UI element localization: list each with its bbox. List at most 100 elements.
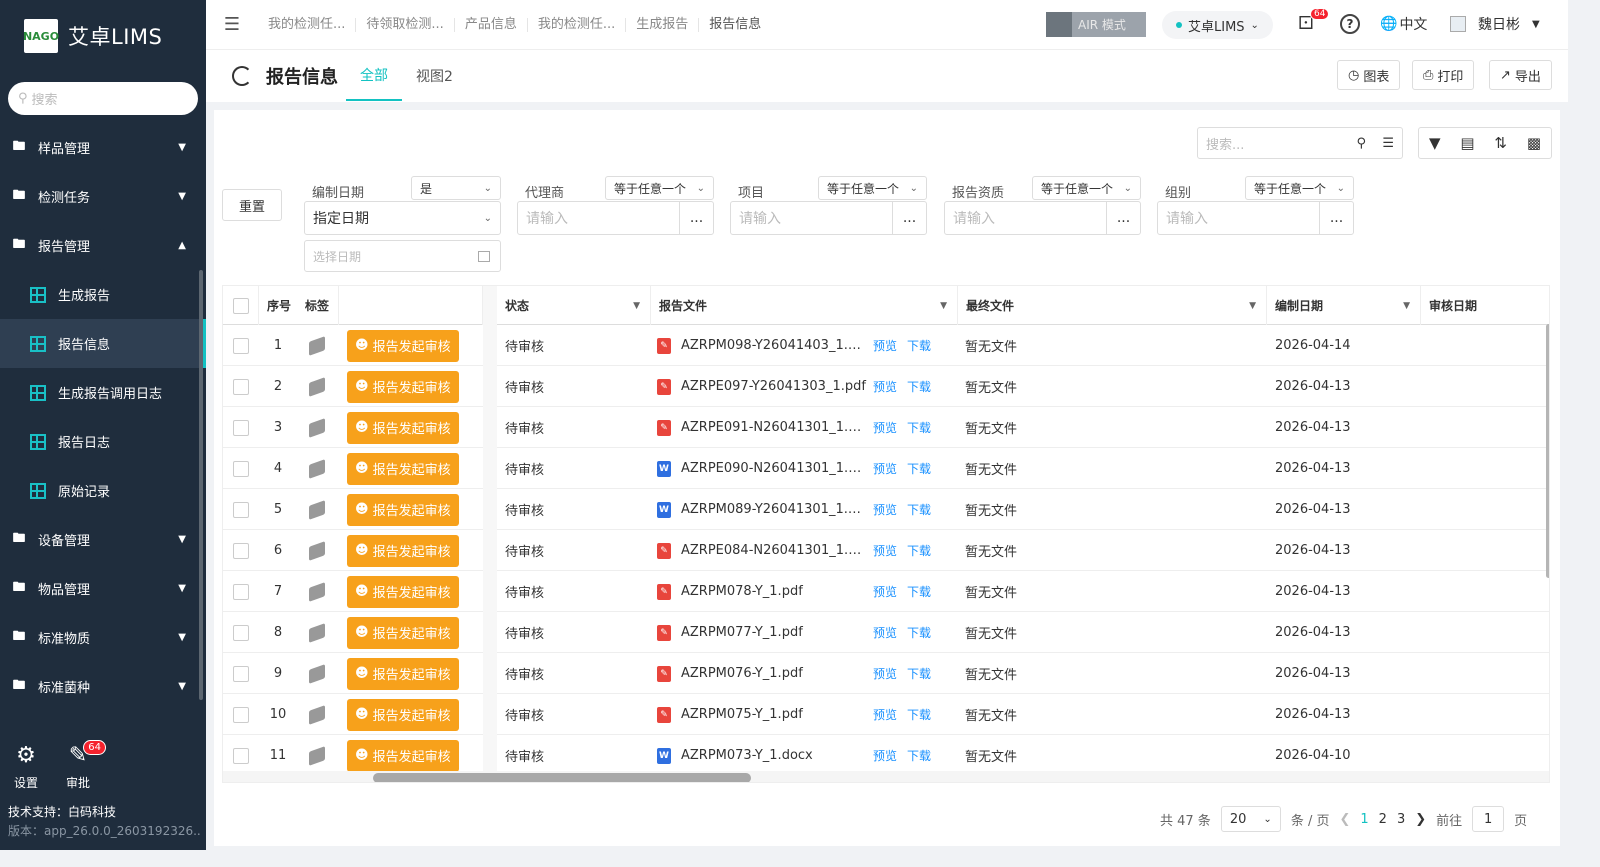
row-file-name[interactable]: AZRPM098-Y26041403_1.pdf xyxy=(681,338,867,353)
preview-link[interactable]: 预览 xyxy=(873,337,897,354)
download-link[interactable]: 下载 xyxy=(907,419,931,436)
sidebar-item-5[interactable]: 生成报告调用日志 xyxy=(0,368,206,417)
row-file-name[interactable]: AZRPE090-N26041301_1.docx xyxy=(681,461,867,476)
start-review-button[interactable]: ☻ 报告发起审核 xyxy=(347,370,459,403)
table-row[interactable]: 7 ☻ 报告发起审核 待审核 ✎ AZRPM078-Y_1.pdf 预览 下载 暂无文件 2026… xyxy=(223,571,1549,612)
row-file-name[interactable]: AZRPE097-Y26041303_1.pdf xyxy=(681,379,867,394)
goto-page-input[interactable]: 1 xyxy=(1472,806,1505,832)
row-checkbox[interactable] xyxy=(233,665,249,682)
header-file[interactable]: 报告文件 ▼ xyxy=(651,286,958,325)
row-file-name[interactable]: AZRPM076-Y_1.pdf xyxy=(681,666,867,681)
history-tab-2[interactable]: 产品信息 xyxy=(455,17,528,32)
date-picker-input[interactable]: 选择日期 xyxy=(304,240,501,272)
header-date[interactable]: 编制日期 ▼ xyxy=(1267,286,1421,325)
download-link[interactable]: 下载 xyxy=(907,624,931,641)
download-link[interactable]: 下载 xyxy=(907,706,931,723)
start-review-button[interactable]: ☻ 报告发起审核 xyxy=(347,493,459,526)
start-review-button[interactable]: ☻ 报告发起审核 xyxy=(347,657,459,690)
page-size-select[interactable]: 20 ⌄ xyxy=(1220,806,1281,832)
sidebar-search-input[interactable]: ⚲ 搜索 xyxy=(8,82,198,115)
table-row[interactable]: 5 ☻ 报告发起审核 待审核 W AZRPM089-Y26041301_1.docx 预览下… xyxy=(223,489,1549,530)
row-file-name[interactable]: AZRPM077-Y_1.pdf xyxy=(681,625,867,640)
chart-button[interactable]: ◷ 图表 xyxy=(1337,60,1401,90)
sort-icon[interactable]: ⇅ xyxy=(1494,134,1507,152)
table-row[interactable]: 8 ☻ 报告发起审核 待审核 ✎ AZRPM077-Y_1.pdf 预览 下载 暂无文件 2026… xyxy=(223,612,1549,653)
user-menu[interactable]: 魏日彬 ▼ xyxy=(1450,14,1540,34)
tag-icon[interactable] xyxy=(309,581,325,602)
tag-icon[interactable] xyxy=(309,622,325,643)
app-logo[interactable]: NAGO 艾卓LIMS xyxy=(0,0,206,72)
sidebar-item-1[interactable]: 🖿 检测任务 ▼ xyxy=(0,172,206,221)
sidebar-item-3[interactable]: 生成报告 xyxy=(0,270,206,319)
columns-icon[interactable]: ▤ xyxy=(1460,134,1474,152)
start-review-button[interactable]: ☻ 报告发起审核 xyxy=(347,411,459,444)
download-link[interactable]: 下载 xyxy=(907,665,931,682)
filter-input[interactable]: 请输入... xyxy=(730,201,927,235)
header-status[interactable]: 状态 ▼ xyxy=(497,286,651,325)
reset-button[interactable]: 重置 xyxy=(222,189,282,221)
start-review-button[interactable]: ☻ 报告发起审核 xyxy=(347,452,459,485)
filter-operator-select[interactable]: 等于任意一个 ⌄ xyxy=(1032,176,1141,200)
header-final[interactable]: 最终文件 ▼ xyxy=(958,286,1267,325)
tag-icon[interactable] xyxy=(309,417,325,438)
air-mode-toggle[interactable]: AIR 模式 xyxy=(1046,12,1146,37)
download-link[interactable]: 下载 xyxy=(907,583,931,600)
row-checkbox[interactable] xyxy=(233,501,249,518)
start-review-button[interactable]: ☻ 报告发起审核 xyxy=(347,698,459,731)
filter-operator-select[interactable]: 等于任意一个 ⌄ xyxy=(605,176,714,200)
sidebar-scrollbar[interactable] xyxy=(199,270,203,700)
scroll-thumb[interactable] xyxy=(373,773,751,782)
sidebar-item-6[interactable]: 报告日志 xyxy=(0,417,206,466)
download-link[interactable]: 下载 xyxy=(907,501,931,518)
view-tab-2[interactable]: 视图2 xyxy=(402,51,467,101)
view-tab-all[interactable]: 全部 xyxy=(346,51,402,101)
download-link[interactable]: 下载 xyxy=(907,542,931,559)
preview-link[interactable]: 预览 xyxy=(873,501,897,518)
download-link[interactable]: 下载 xyxy=(907,337,931,354)
sidebar-item-4[interactable]: 报告信息 xyxy=(0,319,206,368)
language-switch[interactable]: 🌐 中文 xyxy=(1380,14,1427,34)
preview-link[interactable]: 预览 xyxy=(873,706,897,723)
row-checkbox[interactable] xyxy=(233,337,249,354)
filter-input[interactable]: 请输入... xyxy=(1157,201,1354,235)
row-file-name[interactable]: AZRPE084-N26041301_1.pdf xyxy=(681,543,867,558)
next-page-icon[interactable]: ❯ xyxy=(1415,812,1426,827)
table-row[interactable]: 10 ☻ 报告发起审核 待审核 ✎ AZRPM075-Y_1.pdf 预览 下载 暂无文件 202… xyxy=(223,694,1549,735)
filter-operator-select[interactable]: 等于任意一个 ⌄ xyxy=(818,176,927,200)
download-link[interactable]: 下载 xyxy=(907,747,931,764)
preview-link[interactable]: 预览 xyxy=(873,583,897,600)
start-review-button[interactable]: ☻ 报告发起审核 xyxy=(347,616,459,649)
notification-button[interactable]: ⚀ 64 xyxy=(1298,8,1330,34)
more-options-button[interactable]: ... xyxy=(679,202,713,234)
sidebar-item-11[interactable]: 🖿 标准菌种 ▼ xyxy=(0,662,206,711)
preview-link[interactable]: 预览 xyxy=(873,460,897,477)
row-file-name[interactable]: AZRPM078-Y_1.pdf xyxy=(681,584,867,599)
sidebar-item-9[interactable]: 🖿 物品管理 ▼ xyxy=(0,564,206,613)
table-row[interactable]: 4 ☻ 报告发起审核 待审核 W AZRPE090-N26041301_1.docx 预览下… xyxy=(223,448,1549,489)
print-button[interactable]: ⎙ 打印 xyxy=(1412,60,1475,90)
sidebar-item-2[interactable]: 🖿 报告管理 ▲ xyxy=(0,221,206,270)
filter-input[interactable]: 请输入... xyxy=(517,201,714,235)
bar-chart-icon[interactable]: ▩ xyxy=(1527,134,1541,152)
tag-icon[interactable] xyxy=(309,499,325,520)
table-row[interactable]: 6 ☻ 报告发起审核 待审核 ✎ AZRPE084-N26041301_1.pdf 预览 下载… xyxy=(223,530,1549,571)
row-checkbox[interactable] xyxy=(233,624,249,641)
row-checkbox[interactable] xyxy=(233,378,249,395)
history-tab-3[interactable]: 我的检测任... xyxy=(528,17,627,32)
filter-input[interactable]: 请输入... xyxy=(944,201,1141,235)
row-file-name[interactable]: AZRPM075-Y_1.pdf xyxy=(681,707,867,722)
history-tab-5[interactable]: 报告信息 xyxy=(699,17,771,32)
row-file-name[interactable]: AZRPE091-N26041301_1.pdf xyxy=(681,420,867,435)
start-review-button[interactable]: ☻ 报告发起审核 xyxy=(347,575,459,608)
history-tab-0[interactable]: 我的检测任... xyxy=(258,17,357,32)
table-row[interactable]: 11 ☻ 报告发起审核 待审核 W AZRPM073-Y_1.docx 预览 下载 暂无文件 20… xyxy=(223,735,1549,776)
preview-link[interactable]: 预览 xyxy=(873,542,897,559)
table-row[interactable]: 2 ☻ 报告发起审核 待审核 ✎ AZRPE097-Y26041303_1.pdf 预览 下载… xyxy=(223,366,1549,407)
row-checkbox[interactable] xyxy=(233,542,249,559)
row-checkbox[interactable] xyxy=(233,747,249,764)
row-checkbox[interactable] xyxy=(233,419,249,436)
settings-button[interactable]: ⚙ 设置 xyxy=(14,744,38,791)
tag-icon[interactable] xyxy=(309,663,325,684)
tag-icon[interactable] xyxy=(309,458,325,479)
page-2[interactable]: 2 xyxy=(1379,812,1387,827)
